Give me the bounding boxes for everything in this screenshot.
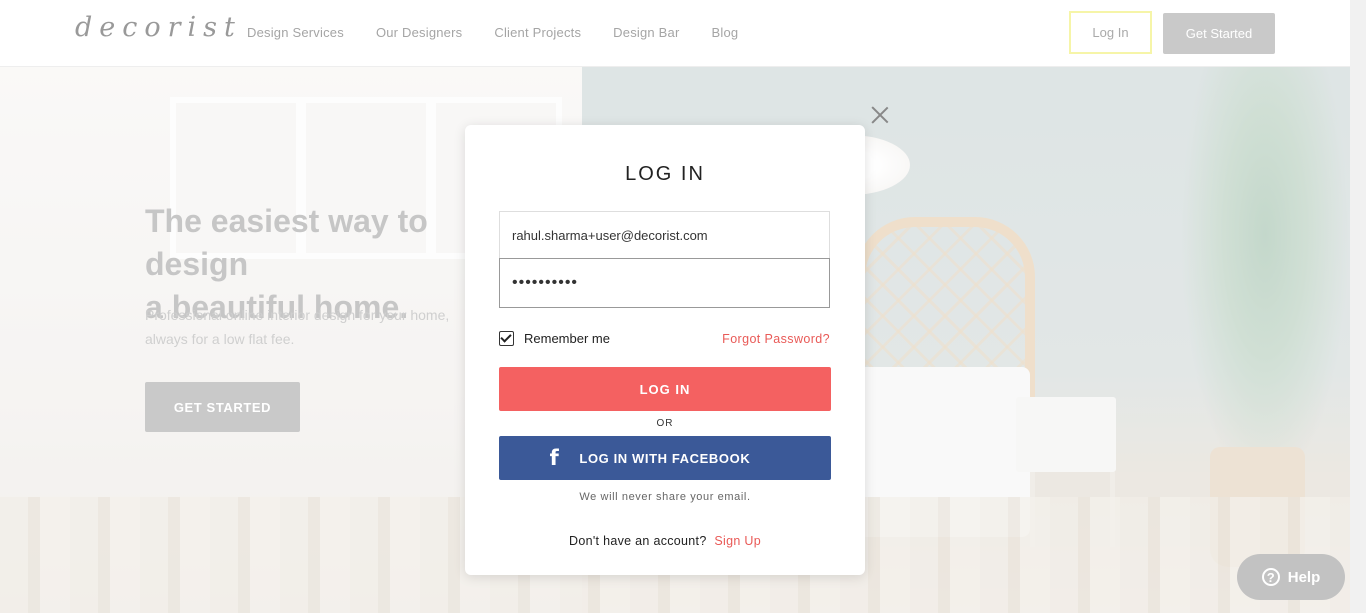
- page-scrollbar[interactable]: [1350, 0, 1366, 613]
- site-header: decorist Design Services Our Designers C…: [0, 0, 1350, 67]
- help-label: Help: [1287, 568, 1321, 586]
- signup-prompt: Don't have an account? Sign Up: [465, 534, 865, 548]
- help-button[interactable]: ? Help: [1237, 554, 1345, 600]
- facebook-icon: f: [549, 445, 560, 470]
- header-get-started-button[interactable]: Get Started: [1163, 13, 1275, 54]
- privacy-note: We will never share your email.: [579, 491, 751, 503]
- or-divider: OR: [656, 418, 674, 429]
- modal-title: LOG IN: [625, 163, 705, 185]
- nav-design-bar[interactable]: Design Bar: [613, 25, 679, 40]
- close-icon[interactable]: [870, 105, 890, 125]
- facebook-login-label: LOG IN WITH FACEBOOK: [579, 450, 751, 466]
- question-icon: ?: [1261, 568, 1280, 586]
- nav-blog[interactable]: Blog: [711, 25, 738, 40]
- forgot-password-link[interactable]: Forgot Password?: [722, 332, 830, 346]
- signup-link[interactable]: Sign Up: [714, 534, 761, 548]
- hero-get-started-button[interactable]: GET STARTED: [145, 382, 300, 432]
- header-login-button[interactable]: Log In: [1069, 11, 1152, 54]
- hero-subtitle: Professional online interior design for …: [145, 307, 450, 347]
- nav-client-projects[interactable]: Client Projects: [494, 25, 581, 40]
- no-account-text: Don't have an account?: [569, 534, 707, 548]
- decorist-logo[interactable]: decorist: [75, 12, 242, 43]
- remember-me-label: Remember me: [524, 331, 610, 346]
- remember-me[interactable]: Remember me: [499, 331, 610, 346]
- facebook-login-button[interactable]: f LOG IN WITH FACEBOOK: [499, 436, 831, 480]
- nav-design-services[interactable]: Design Services: [247, 25, 344, 40]
- login-button[interactable]: LOG IN: [499, 367, 831, 411]
- main-nav: Design Services Our Designers Client Pro…: [247, 25, 770, 40]
- email-field[interactable]: rahul.sharma+user@decorist.com: [499, 211, 830, 259]
- nav-our-designers[interactable]: Our Designers: [376, 25, 462, 40]
- remember-me-checkbox[interactable]: [499, 331, 514, 346]
- password-field[interactable]: ••••••••••: [499, 258, 830, 308]
- login-modal: LOG IN rahul.sharma+user@decorist.com ••…: [465, 125, 865, 575]
